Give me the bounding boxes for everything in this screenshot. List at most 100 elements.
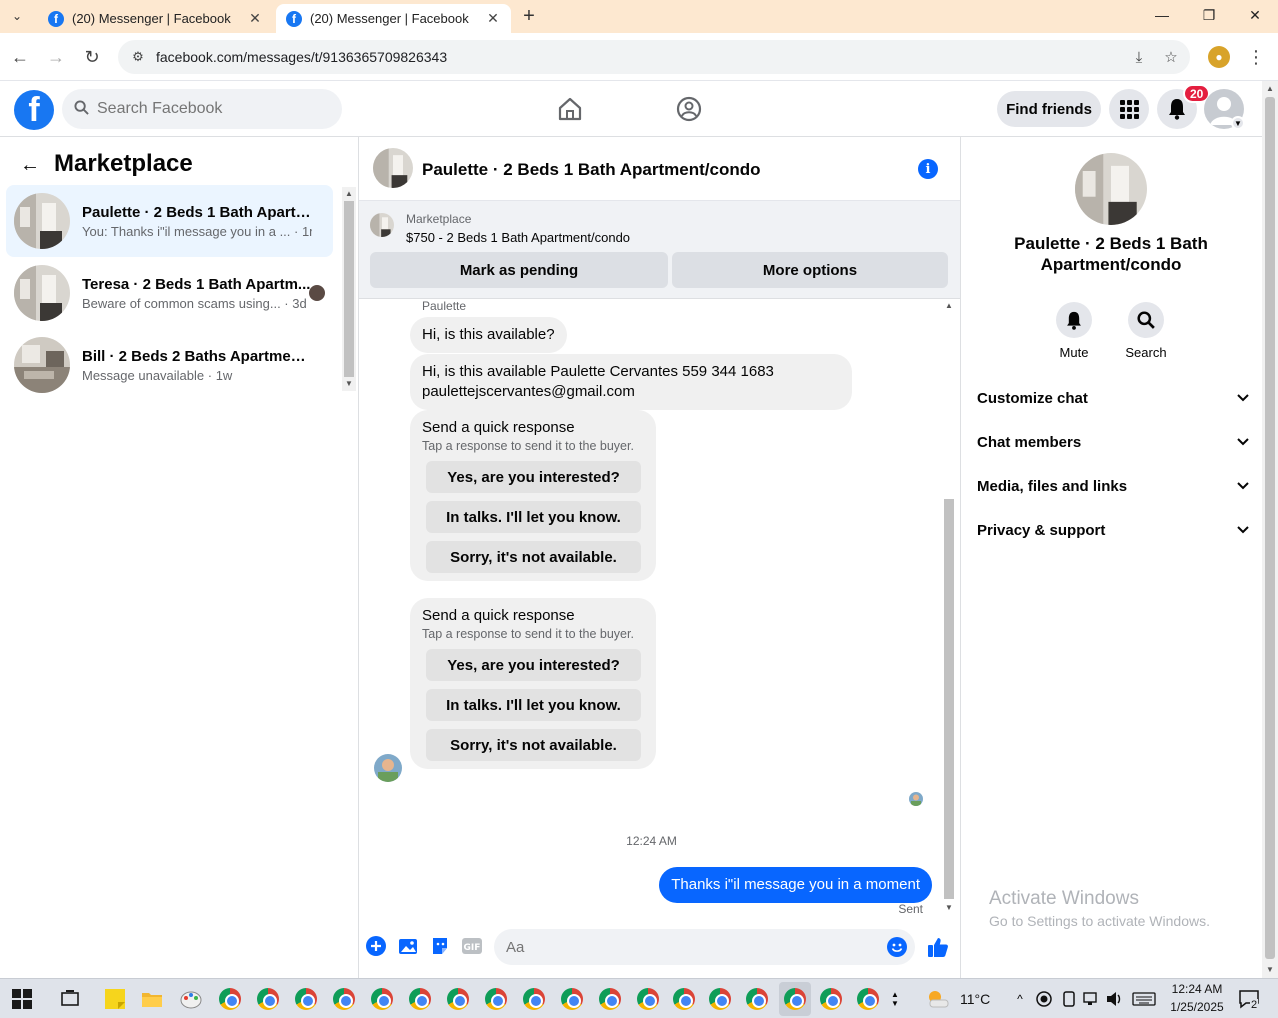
sender-avatar[interactable] bbox=[374, 754, 402, 782]
chrome-icon[interactable] bbox=[483, 986, 509, 1012]
forward-arrow-icon[interactable]: → bbox=[44, 45, 68, 69]
clock-time[interactable]: 12:24 AM bbox=[1168, 982, 1226, 996]
chat-avatar[interactable] bbox=[373, 148, 413, 188]
find-friends-button[interactable]: Find friends bbox=[997, 91, 1101, 127]
back-arrow-icon[interactable]: ← bbox=[8, 45, 32, 69]
tab-search-chevron-icon[interactable]: ⌄ bbox=[6, 6, 28, 26]
minimize-icon[interactable]: — bbox=[1139, 4, 1185, 26]
conversation-list-scrollbar[interactable]: ▲ ▼ bbox=[342, 187, 356, 391]
window-close-icon[interactable]: ✕ bbox=[1232, 4, 1278, 26]
chrome-icon[interactable] bbox=[217, 986, 243, 1012]
network-icon[interactable] bbox=[1082, 986, 1102, 1012]
chrome-icon[interactable] bbox=[559, 986, 585, 1012]
mute-button[interactable]: Mute bbox=[1044, 302, 1104, 360]
browser-tab-1[interactable]: f (20) Messenger | Facebook ✕ bbox=[38, 4, 273, 33]
scroll-up-icon[interactable]: ▲ bbox=[342, 189, 356, 198]
facebook-logo-icon[interactable]: f bbox=[14, 90, 54, 130]
site-settings-icon[interactable]: ⚙ bbox=[128, 47, 148, 67]
bookmark-star-icon[interactable]: ☆ bbox=[1158, 48, 1184, 66]
media-files-links-section[interactable]: Media, files and links bbox=[977, 471, 1249, 501]
chrome-icon[interactable] bbox=[293, 986, 319, 1012]
chrome-icon[interactable] bbox=[855, 986, 881, 1012]
mute-bell-icon[interactable] bbox=[1056, 302, 1092, 338]
chrome-icon[interactable] bbox=[369, 986, 395, 1012]
close-icon[interactable]: ✕ bbox=[247, 10, 263, 27]
chrome-icon[interactable] bbox=[331, 986, 357, 1012]
scroll-down-icon[interactable]: ▼ bbox=[1262, 965, 1278, 974]
taskbar-overflow-icon[interactable]: ▲ ▼ bbox=[885, 986, 905, 1012]
scroll-up-icon[interactable]: ▲ bbox=[942, 301, 956, 310]
menu-grid-icon[interactable] bbox=[1109, 89, 1149, 129]
scroll-down-icon[interactable]: ▼ bbox=[342, 379, 356, 388]
file-explorer-icon[interactable] bbox=[139, 986, 165, 1012]
chevron-down-icon[interactable]: ▼ bbox=[1231, 116, 1245, 130]
close-icon[interactable]: ✕ bbox=[485, 10, 501, 27]
paint-app-icon[interactable] bbox=[178, 986, 204, 1012]
tray-chevron-up-icon[interactable]: ^ bbox=[1012, 986, 1028, 1012]
chrome-icon[interactable] bbox=[255, 986, 281, 1012]
customize-chat-section[interactable]: Customize chat bbox=[977, 383, 1249, 413]
address-bar[interactable]: ⚙ facebook.com/messages/t/91363657098263… bbox=[118, 40, 1190, 74]
browser-tab-2[interactable]: f (20) Messenger | Facebook ✕ bbox=[276, 4, 511, 33]
listing-title[interactable]: $750 - 2 Beds 1 Bath Apartment/condo bbox=[406, 230, 630, 245]
volume-icon[interactable] bbox=[1104, 986, 1126, 1012]
quick-response-option[interactable]: Yes, are you interested? bbox=[426, 461, 641, 493]
photo-icon[interactable] bbox=[397, 935, 419, 957]
quick-response-option[interactable]: In talks. I'll let you know. bbox=[426, 501, 641, 533]
browser-profile-icon[interactable]: ● bbox=[1208, 46, 1230, 68]
record-icon[interactable] bbox=[1034, 986, 1054, 1012]
conversation-item-bill[interactable]: Bill · 2 Beds 2 Baths Apartment/... Mess… bbox=[6, 329, 333, 401]
task-view-icon[interactable] bbox=[57, 986, 83, 1012]
scroll-up-icon[interactable]: ▲ bbox=[1262, 84, 1278, 93]
chrome-icon[interactable] bbox=[818, 986, 844, 1012]
chrome-icon-active[interactable] bbox=[779, 982, 811, 1016]
sticky-notes-icon[interactable] bbox=[102, 986, 128, 1012]
chat-members-section[interactable]: Chat members bbox=[977, 427, 1249, 457]
gif-icon[interactable]: GIF bbox=[461, 935, 483, 957]
outgoing-message[interactable]: Thanks i"il message you in a moment bbox=[659, 867, 932, 903]
quick-response-option[interactable]: Sorry, it's not available. bbox=[426, 729, 641, 761]
windows-start-icon[interactable] bbox=[9, 986, 35, 1012]
privacy-support-section[interactable]: Privacy & support bbox=[977, 515, 1249, 545]
new-tab-plus-icon[interactable]: + bbox=[518, 5, 540, 27]
weather-icon[interactable] bbox=[925, 986, 951, 1012]
search-icon[interactable] bbox=[1128, 302, 1164, 338]
quick-response-option[interactable]: Yes, are you interested? bbox=[426, 649, 641, 681]
more-options-button[interactable]: More options bbox=[672, 252, 948, 288]
conversation-item-teresa[interactable]: Teresa · 2 Beds 1 Bath Apartm... Beware … bbox=[6, 257, 333, 329]
chrome-icon[interactable] bbox=[707, 986, 733, 1012]
weather-temperature[interactable]: 11°C bbox=[960, 991, 990, 1007]
reload-icon[interactable]: ↻ bbox=[80, 45, 104, 69]
chrome-icon[interactable] bbox=[521, 986, 547, 1012]
search-input[interactable] bbox=[97, 100, 317, 118]
url-text[interactable]: facebook.com/messages/t/9136365709826343 bbox=[156, 49, 1126, 65]
scrollbar-thumb[interactable] bbox=[944, 499, 954, 899]
chrome-icon[interactable] bbox=[635, 986, 661, 1012]
back-arrow-icon[interactable]: ← bbox=[18, 153, 42, 177]
chrome-icon[interactable] bbox=[407, 986, 433, 1012]
keyboard-icon[interactable] bbox=[1131, 986, 1157, 1012]
conversation-item-paulette[interactable]: Paulette · 2 Beds 1 Bath Apartm... You: … bbox=[6, 185, 333, 257]
info-icon[interactable]: i bbox=[918, 159, 938, 179]
scroll-down-icon[interactable]: ▼ bbox=[942, 903, 956, 912]
search-in-conversation-button[interactable]: Search bbox=[1116, 302, 1176, 360]
incoming-message[interactable]: Hi, is this available Paulette Cervantes… bbox=[410, 354, 852, 410]
groups-icon[interactable] bbox=[675, 95, 703, 123]
clock-date[interactable]: 1/25/2025 bbox=[1164, 1000, 1230, 1014]
chrome-icon[interactable] bbox=[744, 986, 770, 1012]
scrollbar-thumb[interactable] bbox=[344, 201, 354, 377]
install-app-icon[interactable]: ⤓ bbox=[1126, 49, 1152, 66]
message-input[interactable] bbox=[506, 938, 866, 956]
page-scrollbar[interactable]: ▲ ▼ bbox=[1262, 81, 1278, 978]
scrollbar-thumb[interactable] bbox=[1265, 97, 1275, 959]
quick-response-option[interactable]: Sorry, it's not available. bbox=[426, 541, 641, 573]
incoming-message[interactable]: Hi, is this available? bbox=[410, 317, 567, 353]
quick-response-option[interactable]: In talks. I'll let you know. bbox=[426, 689, 641, 721]
device-icon[interactable] bbox=[1059, 986, 1079, 1012]
home-icon[interactable] bbox=[556, 95, 584, 123]
chrome-icon[interactable] bbox=[445, 986, 471, 1012]
chrome-icon[interactable] bbox=[671, 986, 697, 1012]
message-input-wrapper[interactable] bbox=[494, 929, 915, 965]
chrome-icon[interactable] bbox=[597, 986, 623, 1012]
restore-icon[interactable]: ❐ bbox=[1186, 4, 1232, 26]
